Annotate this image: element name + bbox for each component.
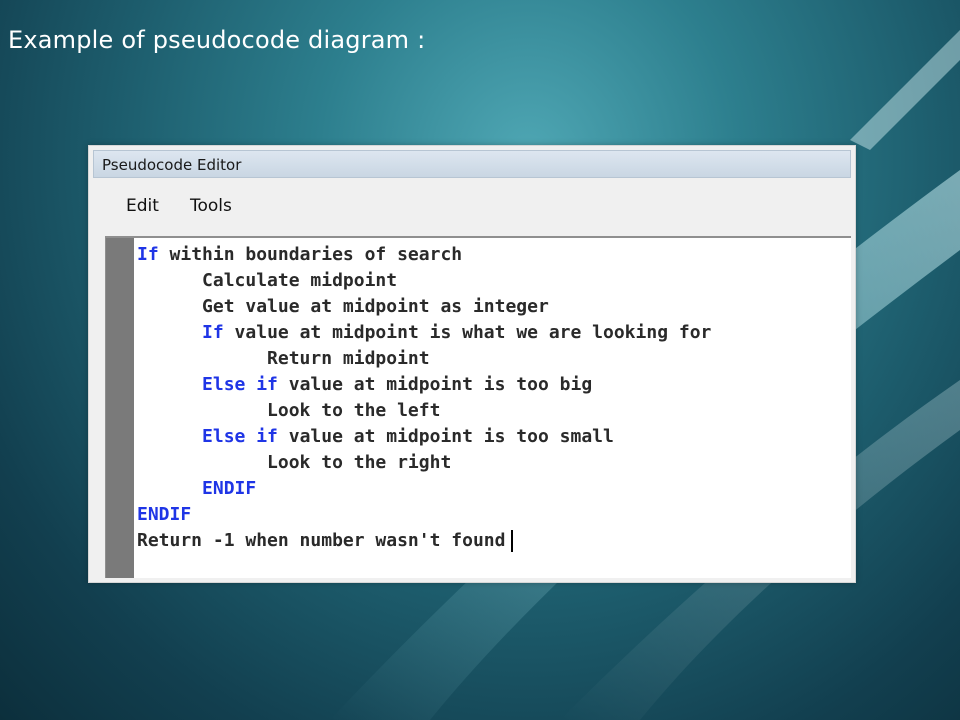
slide-title: Example of pseudocode diagram :: [8, 26, 426, 54]
code-line: Look to the right: [267, 452, 452, 473]
window-title-bar[interactable]: Pseudocode Editor: [93, 150, 851, 178]
window-title: Pseudocode Editor: [102, 156, 242, 174]
menu-bar: Edit Tools: [93, 182, 851, 232]
line-gutter: [106, 238, 134, 578]
keyword: Else if: [202, 426, 278, 447]
keyword: ENDIF: [202, 478, 257, 499]
keyword: ENDIF: [137, 504, 192, 525]
code-line: Get value at midpoint as integer: [202, 296, 549, 317]
code-line: Return -1 when number wasn't found: [137, 528, 851, 554]
code-line: Calculate midpoint: [202, 270, 398, 291]
code-line: Else if value at midpoint is too small: [202, 426, 614, 447]
code-line: Return midpoint: [267, 348, 430, 369]
keyword: If: [137, 244, 159, 265]
code-editor[interactable]: If within boundaries of search Calculate…: [105, 236, 851, 578]
code-line: ENDIF: [137, 476, 851, 502]
menu-edit[interactable]: Edit: [126, 196, 159, 216]
code-line: ENDIF: [137, 502, 851, 528]
keyword: If: [202, 322, 224, 343]
text-cursor: [511, 530, 514, 552]
pseudocode-editor-window: Pseudocode Editor Edit Tools If within b…: [88, 145, 856, 583]
menu-tools[interactable]: Tools: [190, 196, 232, 216]
code-area[interactable]: If within boundaries of search Calculate…: [137, 242, 851, 578]
keyword: Else if: [202, 374, 278, 395]
code-line: If within boundaries of search: [137, 244, 463, 265]
code-line: If value at midpoint is what we are look…: [202, 322, 712, 343]
code-line: Else if value at midpoint is too big: [202, 374, 593, 395]
code-line: Look to the left: [267, 400, 441, 421]
